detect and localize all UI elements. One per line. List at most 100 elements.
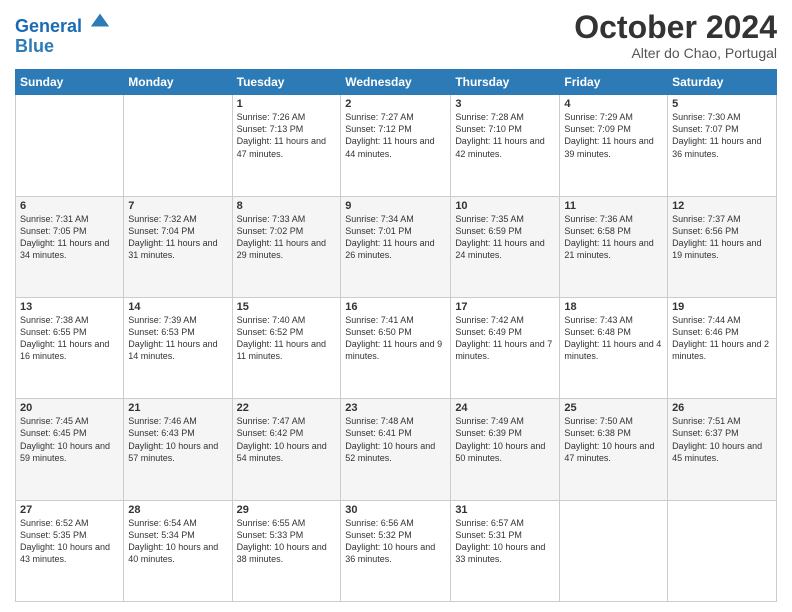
day-number: 31 [455, 504, 555, 516]
title-block: October 2024 Alter do Chao, Portugal [574, 10, 777, 61]
day-info: Sunrise: 7:30 AM Sunset: 7:07 PM Dayligh… [672, 111, 772, 160]
day-number: 28 [128, 504, 227, 516]
day-number: 26 [672, 402, 772, 414]
logo-line2: Blue [15, 36, 54, 56]
day-number: 11 [564, 200, 663, 212]
day-number: 19 [672, 301, 772, 313]
col-wednesday: Wednesday [341, 70, 451, 95]
page-subtitle: Alter do Chao, Portugal [574, 45, 777, 61]
day-info: Sunrise: 7:34 AM Sunset: 7:01 PM Dayligh… [345, 213, 446, 262]
day-number: 21 [128, 402, 227, 414]
day-info: Sunrise: 7:29 AM Sunset: 7:09 PM Dayligh… [564, 111, 663, 160]
day-number: 20 [20, 402, 119, 414]
day-info: Sunrise: 7:35 AM Sunset: 6:59 PM Dayligh… [455, 213, 555, 262]
day-info: Sunrise: 7:47 AM Sunset: 6:42 PM Dayligh… [237, 415, 337, 464]
day-info: Sunrise: 6:55 AM Sunset: 5:33 PM Dayligh… [237, 517, 337, 566]
col-saturday: Saturday [668, 70, 777, 95]
col-monday: Monday [124, 70, 232, 95]
calendar-week-2: 6Sunrise: 7:31 AM Sunset: 7:05 PM Daylig… [16, 196, 777, 297]
calendar-cell: 21Sunrise: 7:46 AM Sunset: 6:43 PM Dayli… [124, 399, 232, 500]
day-info: Sunrise: 7:45 AM Sunset: 6:45 PM Dayligh… [20, 415, 119, 464]
calendar-cell: 10Sunrise: 7:35 AM Sunset: 6:59 PM Dayli… [451, 196, 560, 297]
col-tuesday: Tuesday [232, 70, 341, 95]
day-number: 12 [672, 200, 772, 212]
day-info: Sunrise: 7:38 AM Sunset: 6:55 PM Dayligh… [20, 314, 119, 363]
day-info: Sunrise: 7:32 AM Sunset: 7:04 PM Dayligh… [128, 213, 227, 262]
page-title: October 2024 [574, 10, 777, 45]
calendar-cell: 7Sunrise: 7:32 AM Sunset: 7:04 PM Daylig… [124, 196, 232, 297]
page-header: General Blue October 2024 Alter do Chao,… [15, 10, 777, 61]
day-info: Sunrise: 7:51 AM Sunset: 6:37 PM Dayligh… [672, 415, 772, 464]
day-info: Sunrise: 6:56 AM Sunset: 5:32 PM Dayligh… [345, 517, 446, 566]
col-friday: Friday [560, 70, 668, 95]
calendar-cell: 2Sunrise: 7:27 AM Sunset: 7:12 PM Daylig… [341, 95, 451, 196]
calendar-week-1: 1Sunrise: 7:26 AM Sunset: 7:13 PM Daylig… [16, 95, 777, 196]
day-number: 7 [128, 200, 227, 212]
calendar-cell: 14Sunrise: 7:39 AM Sunset: 6:53 PM Dayli… [124, 297, 232, 398]
day-info: Sunrise: 7:37 AM Sunset: 6:56 PM Dayligh… [672, 213, 772, 262]
col-sunday: Sunday [16, 70, 124, 95]
calendar-week-4: 20Sunrise: 7:45 AM Sunset: 6:45 PM Dayli… [16, 399, 777, 500]
calendar-header-row: Sunday Monday Tuesday Wednesday Thursday… [16, 70, 777, 95]
day-number: 6 [20, 200, 119, 212]
calendar-cell: 8Sunrise: 7:33 AM Sunset: 7:02 PM Daylig… [232, 196, 341, 297]
calendar-cell: 29Sunrise: 6:55 AM Sunset: 5:33 PM Dayli… [232, 500, 341, 601]
day-info: Sunrise: 7:28 AM Sunset: 7:10 PM Dayligh… [455, 111, 555, 160]
day-number: 10 [455, 200, 555, 212]
day-info: Sunrise: 7:41 AM Sunset: 6:50 PM Dayligh… [345, 314, 446, 363]
calendar-cell: 27Sunrise: 6:52 AM Sunset: 5:35 PM Dayli… [16, 500, 124, 601]
calendar-cell: 28Sunrise: 6:54 AM Sunset: 5:34 PM Dayli… [124, 500, 232, 601]
day-info: Sunrise: 6:57 AM Sunset: 5:31 PM Dayligh… [455, 517, 555, 566]
day-number: 5 [672, 98, 772, 110]
calendar-cell: 12Sunrise: 7:37 AM Sunset: 6:56 PM Dayli… [668, 196, 777, 297]
calendar-cell [16, 95, 124, 196]
calendar-cell: 18Sunrise: 7:43 AM Sunset: 6:48 PM Dayli… [560, 297, 668, 398]
day-number: 30 [345, 504, 446, 516]
day-number: 13 [20, 301, 119, 313]
day-info: Sunrise: 7:36 AM Sunset: 6:58 PM Dayligh… [564, 213, 663, 262]
calendar-cell: 19Sunrise: 7:44 AM Sunset: 6:46 PM Dayli… [668, 297, 777, 398]
day-info: Sunrise: 7:46 AM Sunset: 6:43 PM Dayligh… [128, 415, 227, 464]
day-number: 4 [564, 98, 663, 110]
calendar-cell: 1Sunrise: 7:26 AM Sunset: 7:13 PM Daylig… [232, 95, 341, 196]
day-info: Sunrise: 7:39 AM Sunset: 6:53 PM Dayligh… [128, 314, 227, 363]
calendar-table: Sunday Monday Tuesday Wednesday Thursday… [15, 69, 777, 602]
logo-icon [89, 10, 111, 32]
day-info: Sunrise: 7:44 AM Sunset: 6:46 PM Dayligh… [672, 314, 772, 363]
day-number: 18 [564, 301, 663, 313]
day-number: 16 [345, 301, 446, 313]
day-number: 17 [455, 301, 555, 313]
logo-line1: General [15, 16, 82, 36]
calendar-cell: 16Sunrise: 7:41 AM Sunset: 6:50 PM Dayli… [341, 297, 451, 398]
calendar-cell: 4Sunrise: 7:29 AM Sunset: 7:09 PM Daylig… [560, 95, 668, 196]
calendar-week-3: 13Sunrise: 7:38 AM Sunset: 6:55 PM Dayli… [16, 297, 777, 398]
calendar-cell [668, 500, 777, 601]
day-info: Sunrise: 7:27 AM Sunset: 7:12 PM Dayligh… [345, 111, 446, 160]
logo: General Blue [15, 14, 111, 57]
calendar-cell: 5Sunrise: 7:30 AM Sunset: 7:07 PM Daylig… [668, 95, 777, 196]
day-number: 24 [455, 402, 555, 414]
day-number: 14 [128, 301, 227, 313]
day-info: Sunrise: 7:49 AM Sunset: 6:39 PM Dayligh… [455, 415, 555, 464]
calendar-cell: 13Sunrise: 7:38 AM Sunset: 6:55 PM Dayli… [16, 297, 124, 398]
calendar-cell: 30Sunrise: 6:56 AM Sunset: 5:32 PM Dayli… [341, 500, 451, 601]
day-number: 15 [237, 301, 337, 313]
day-number: 22 [237, 402, 337, 414]
calendar-cell: 17Sunrise: 7:42 AM Sunset: 6:49 PM Dayli… [451, 297, 560, 398]
day-number: 27 [20, 504, 119, 516]
calendar-cell: 24Sunrise: 7:49 AM Sunset: 6:39 PM Dayli… [451, 399, 560, 500]
calendar-cell: 26Sunrise: 7:51 AM Sunset: 6:37 PM Dayli… [668, 399, 777, 500]
day-number: 1 [237, 98, 337, 110]
day-number: 2 [345, 98, 446, 110]
day-info: Sunrise: 7:33 AM Sunset: 7:02 PM Dayligh… [237, 213, 337, 262]
day-info: Sunrise: 7:43 AM Sunset: 6:48 PM Dayligh… [564, 314, 663, 363]
day-info: Sunrise: 7:48 AM Sunset: 6:41 PM Dayligh… [345, 415, 446, 464]
day-number: 23 [345, 402, 446, 414]
calendar-cell [124, 95, 232, 196]
calendar-week-5: 27Sunrise: 6:52 AM Sunset: 5:35 PM Dayli… [16, 500, 777, 601]
col-thursday: Thursday [451, 70, 560, 95]
logo-text: General Blue [15, 14, 111, 57]
day-info: Sunrise: 7:42 AM Sunset: 6:49 PM Dayligh… [455, 314, 555, 363]
day-number: 3 [455, 98, 555, 110]
day-info: Sunrise: 7:31 AM Sunset: 7:05 PM Dayligh… [20, 213, 119, 262]
